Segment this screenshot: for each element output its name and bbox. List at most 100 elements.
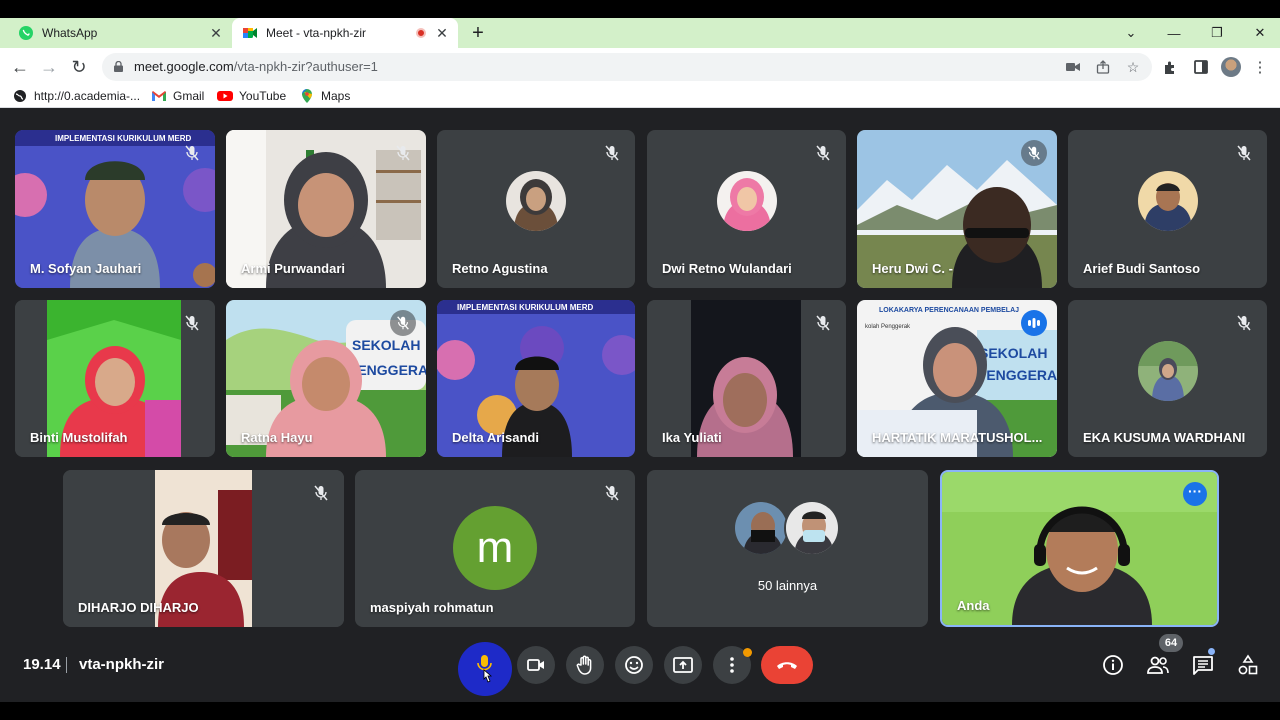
mic-off-icon (816, 315, 830, 331)
present-screen-button[interactable] (664, 646, 702, 684)
participant-name: maspiyah rohmatun (370, 600, 494, 615)
bookmark-label: Maps (321, 89, 351, 103)
close-window-button[interactable]: ✕ (1240, 18, 1280, 48)
meeting-details-button[interactable] (1100, 652, 1126, 678)
participant-name: Retno Agustina (452, 261, 548, 276)
recording-indicator-icon (416, 28, 426, 38)
close-icon[interactable]: ✕ (208, 25, 224, 41)
browser-toolbar: ← → ↻ meet.google.com/vta-npkh-zir?authu… (0, 48, 1280, 86)
participants-button[interactable] (1145, 652, 1171, 678)
others-tile[interactable]: 50 lainnya (647, 470, 928, 627)
bookmark-label: YouTube (239, 89, 287, 103)
tab-title: WhatsApp (42, 26, 98, 40)
participant-tile[interactable]: SEKOLAH PENGGERA Ratna Hayu (226, 300, 426, 457)
participant-avatar (733, 500, 789, 556)
bookmark-star-icon[interactable]: ☆ (1124, 58, 1142, 76)
forward-button[interactable]: → (37, 55, 61, 79)
mic-off-icon (1021, 140, 1047, 166)
participant-avatar (1137, 171, 1198, 231)
participant-name: M. Sofyan Jauhari (30, 261, 142, 276)
address-bar[interactable]: meet.google.com/vta-npkh-zir?authuser=1 … (102, 53, 1152, 81)
back-button[interactable]: ← (8, 55, 32, 79)
close-icon[interactable]: ✕ (434, 25, 450, 41)
url-text: meet.google.com/vta-npkh-zir?authuser=1 (134, 59, 378, 74)
emoji-reactions-button[interactable] (615, 646, 653, 684)
participant-tile[interactable]: Binti Mustolifah (15, 300, 215, 457)
new-message-dot (1208, 648, 1215, 655)
participant-tile[interactable]: m maspiyah rohmatun (355, 470, 635, 627)
slide-text-sekolah: SEKOLAH (979, 345, 1047, 361)
tab-meet[interactable]: Meet - vta-npkh-zir ✕ (232, 18, 458, 48)
participant-tile[interactable]: Heru Dwi C. - (857, 130, 1057, 288)
camera-button[interactable] (517, 646, 555, 684)
participant-tile[interactable]: EKA KUSUMA WARDHANI (1068, 300, 1267, 457)
participant-avatar (784, 500, 840, 556)
more-vert-icon (730, 657, 734, 673)
raise-hand-icon (576, 655, 592, 675)
menu-icon[interactable]: ⋮ (1250, 57, 1270, 77)
extensions-icon[interactable] (1160, 57, 1180, 77)
profile-avatar[interactable] (1221, 57, 1241, 77)
mic-off-icon (396, 145, 410, 161)
meet-control-bar: 19.14 vta-npkh-zir 64 (0, 630, 1280, 702)
activities-button[interactable] (1235, 652, 1261, 678)
bookmark-gmail[interactable]: Gmail (151, 89, 204, 103)
share-icon[interactable] (1094, 58, 1112, 76)
participant-tile[interactable]: Ika Yuliati (647, 300, 846, 457)
divider (66, 657, 67, 673)
meeting-code: vta-npkh-zir (79, 656, 165, 673)
mic-off-icon (1237, 315, 1251, 331)
restore-button[interactable]: ❐ (1197, 18, 1237, 48)
raise-hand-button[interactable] (566, 646, 604, 684)
side-panel-icon[interactable] (1191, 57, 1211, 77)
participant-count-badge: 64 (1159, 634, 1183, 652)
participant-name: DIHARJO DIHARJO (78, 600, 199, 615)
participant-tile[interactable]: IMPLEMENTASI KURIKULUM MERD Delta Arisan… (437, 300, 635, 457)
participant-tile[interactable]: LOKAKARYA PERENCANAAN PEMBELAJ kolah Pen… (857, 300, 1057, 457)
info-icon (1103, 655, 1123, 675)
hang-up-icon (777, 662, 797, 669)
camera-in-use-icon[interactable] (1064, 58, 1082, 76)
mic-off-icon (390, 310, 416, 336)
bookmark-youtube[interactable]: YouTube (217, 89, 286, 103)
participant-avatar (1137, 340, 1198, 401)
bottom-letterbox (0, 702, 1280, 720)
microphone-icon (477, 655, 493, 683)
participant-tile[interactable]: Armi Purwandari (226, 130, 426, 288)
tab-search-icon[interactable]: ⌄ (1111, 18, 1151, 48)
new-tab-button[interactable]: + (466, 22, 490, 46)
bookmark-label: Gmail (173, 89, 205, 103)
leave-call-button[interactable] (761, 646, 813, 684)
participant-tile[interactable]: IMPLEMENTASI KURIKULUM MERD M. Sofyan Ja… (15, 130, 215, 288)
bookmark-label: http://0.academia-... (34, 89, 141, 103)
microphone-button[interactable] (458, 642, 512, 696)
slide-lokakarya-subtitle: kolah Penggerak (865, 324, 911, 330)
globe-icon (12, 89, 28, 103)
tab-strip: WhatsApp ✕ Meet - vta-npkh-zir ✕ (0, 18, 1280, 48)
speaking-indicator-icon (1021, 310, 1047, 336)
whatsapp-icon (18, 25, 34, 41)
self-view-tile[interactable]: ··· Anda (940, 470, 1219, 627)
more-options-icon[interactable]: ··· (1183, 482, 1207, 506)
mic-off-icon (605, 485, 619, 501)
bookmark-maps[interactable]: Maps (299, 89, 350, 103)
participant-tile[interactable]: Arief Budi Santoso (1068, 130, 1267, 288)
gmail-icon (151, 89, 167, 103)
url-host: meet.google.com (134, 59, 234, 74)
reload-button[interactable]: ↻ (67, 55, 91, 79)
participant-name: HARTATIK MARATUSHOL... (872, 430, 1043, 445)
mic-off-icon (185, 315, 199, 331)
lock-icon (114, 61, 123, 72)
participant-avatar (506, 171, 566, 231)
chat-button[interactable] (1190, 652, 1216, 678)
participant-tile[interactable]: DIHARJO DIHARJO (63, 470, 344, 627)
participant-tile[interactable]: Retno Agustina (437, 130, 635, 288)
mic-off-icon (816, 145, 830, 161)
participant-tile[interactable]: Dwi Retno Wulandari (647, 130, 846, 288)
participant-name: EKA KUSUMA WARDHANI (1083, 430, 1246, 445)
tab-whatsapp[interactable]: WhatsApp ✕ (8, 18, 232, 48)
minimize-button[interactable]: — (1154, 18, 1194, 48)
bookmark-academia[interactable]: http://0.academia-... (12, 89, 140, 103)
mic-off-icon (314, 485, 328, 501)
mic-off-icon (605, 145, 619, 161)
